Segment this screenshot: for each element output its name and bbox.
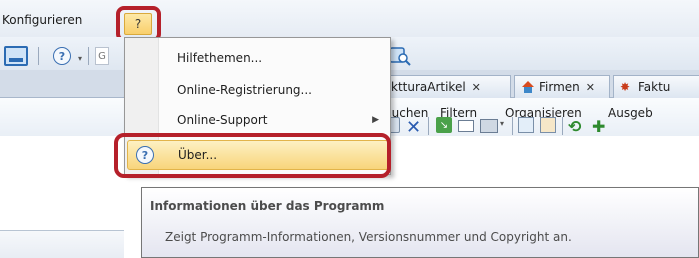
menu-item-label: Online-Registrierung... [177, 83, 312, 97]
toolbar-field-text: G [98, 50, 106, 62]
tab-label: ktturaArtikel [391, 80, 466, 94]
window-icon[interactable] [4, 46, 28, 66]
ribbon-separator [428, 117, 429, 135]
menu-item-hilfethemen[interactable]: Hilfethemen... [127, 44, 389, 72]
close-icon[interactable]: ✕ [586, 81, 595, 94]
tab-label: Faktu [638, 80, 671, 94]
left-panel-footer [0, 230, 124, 258]
menu-item-label: Online-Support [177, 113, 268, 127]
help-circle-label: ? [58, 49, 66, 63]
import-icon[interactable]: ↘ [436, 117, 452, 133]
toolbar-separator [38, 47, 39, 65]
ribbon-separator [512, 117, 513, 135]
close-icon[interactable]: ✕ [472, 81, 481, 94]
tab-faktu[interactable]: ✸ Faktu [613, 75, 699, 98]
tooltip-body: Zeigt Programm-Informationen, Versionsnu… [165, 230, 572, 244]
add-icon[interactable]: ✚ [592, 117, 605, 136]
ribbon-icon-row: ✕ ↘ ▾ ⟲ ✚ [384, 113, 699, 139]
toolbar-separator [88, 47, 89, 65]
delete-icon[interactable]: ✕ [406, 117, 421, 138]
mail-icon[interactable] [458, 120, 474, 132]
menu-bar: Konfigurieren ? [0, 0, 699, 37]
calendar-edit-icon[interactable] [540, 117, 556, 133]
tab-firmen[interactable]: Firmen ✕ [514, 75, 610, 98]
menu-konfigurieren[interactable]: Konfigurieren [2, 13, 82, 27]
calendar-icon[interactable] [518, 117, 534, 133]
chevron-down-icon[interactable]: ▾ [76, 53, 84, 63]
toolbar-field-icon[interactable]: G [95, 47, 109, 65]
submenu-arrow-icon: ▶ [372, 115, 379, 125]
house-icon [521, 81, 535, 93]
menu-item-online-support[interactable]: Online-Support ▶ [127, 106, 389, 134]
faktu-icon: ✸ [620, 80, 631, 94]
tab-fakturaartikel[interactable]: ktturaArtikel ✕ [384, 75, 511, 98]
tooltip-title: Informationen über das Programm [150, 199, 385, 213]
print-icon[interactable] [480, 119, 498, 133]
chevron-down-icon[interactable]: ▾ [500, 119, 504, 128]
menu-item-label: Hilfethemen... [177, 51, 263, 65]
tab-label: Firmen [539, 80, 580, 94]
menu-item-online-registrierung[interactable]: Online-Registrierung... [127, 76, 389, 104]
dropdown-glyph: ▾ [77, 53, 82, 63]
refresh-icon[interactable]: ⟲ [568, 117, 581, 136]
tooltip: Informationen über das Programm Zeigt Pr… [141, 187, 699, 258]
search-user-icon[interactable] [388, 45, 412, 67]
help-circle-icon[interactable]: ? [53, 47, 71, 65]
highlight-frame-ueber [114, 133, 391, 178]
ribbon-separator [562, 117, 563, 135]
